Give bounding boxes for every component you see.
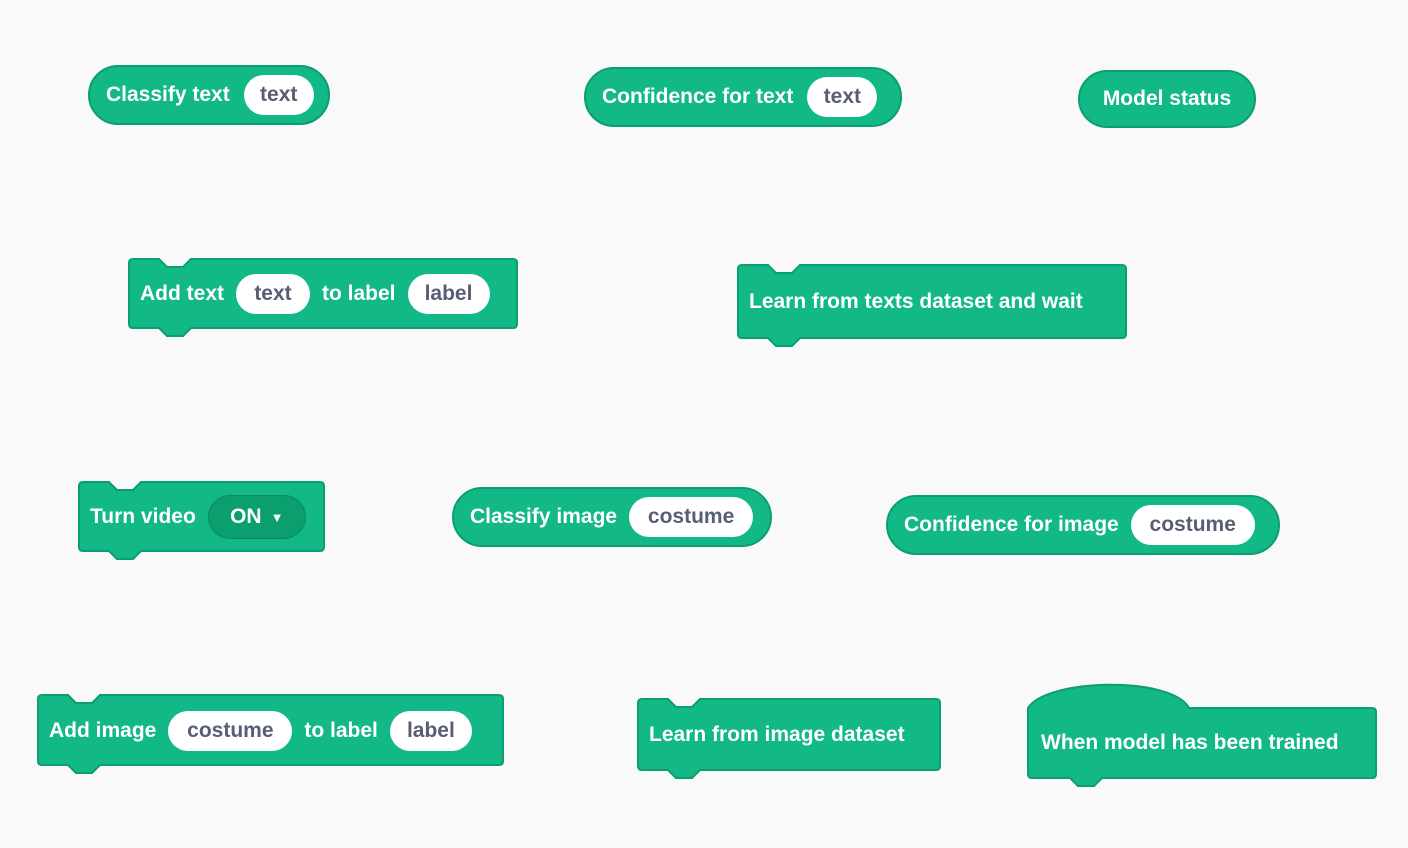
block-label: to label [304, 719, 378, 742]
block-label: Turn video [90, 505, 196, 528]
block-label: Classify image [470, 505, 618, 528]
when-model-trained-hat-block[interactable]: When model has been trained [1027, 682, 1377, 792]
text-input-slot[interactable]: text [236, 274, 310, 314]
block-label: Learn from image dataset [649, 723, 905, 746]
label-input-slot[interactable]: label [389, 711, 472, 751]
blocks-palette: Classify text text Confidence for text t… [0, 0, 1408, 848]
block-label: Model status [1102, 87, 1232, 110]
block-label: to label [322, 282, 396, 305]
add-image-to-label-block[interactable]: Add image costume to label label [37, 694, 505, 780]
classify-image-block[interactable]: Classify image costume [452, 487, 772, 547]
costume-input-slot[interactable]: costume [1130, 505, 1255, 545]
turn-video-block[interactable]: Turn video ON ▼ [78, 481, 325, 567]
text-input-slot[interactable]: text [243, 75, 314, 115]
model-status-block[interactable]: Model status [1078, 70, 1256, 128]
costume-input-slot[interactable]: costume [629, 497, 754, 537]
block-label: Confidence for text [602, 85, 794, 108]
text-input-slot[interactable]: text [807, 77, 878, 117]
block-label: Confidence for image [904, 513, 1119, 536]
chevron-down-icon: ▼ [270, 509, 284, 525]
confidence-for-image-block[interactable]: Confidence for image costume [886, 495, 1280, 555]
learn-from-texts-block[interactable]: Learn from texts dataset and wait [737, 264, 1127, 348]
block-label: Classify text [106, 83, 230, 106]
label-input-slot[interactable]: label [407, 274, 490, 314]
dropdown-value: ON [230, 505, 262, 528]
costume-input-slot[interactable]: costume [168, 711, 293, 751]
confidence-for-text-block[interactable]: Confidence for text text [584, 67, 902, 127]
video-state-dropdown[interactable]: ON ▼ [207, 495, 306, 539]
block-label: When model has been trained [1041, 731, 1339, 754]
block-label: Add image [49, 719, 157, 742]
block-label: Add text [140, 282, 224, 305]
block-label: Learn from texts dataset and wait [749, 290, 1083, 313]
learn-from-image-block[interactable]: Learn from image dataset [637, 698, 942, 782]
add-text-to-label-block[interactable]: Add text text to label label [128, 258, 518, 342]
classify-text-block[interactable]: Classify text text [88, 65, 330, 125]
